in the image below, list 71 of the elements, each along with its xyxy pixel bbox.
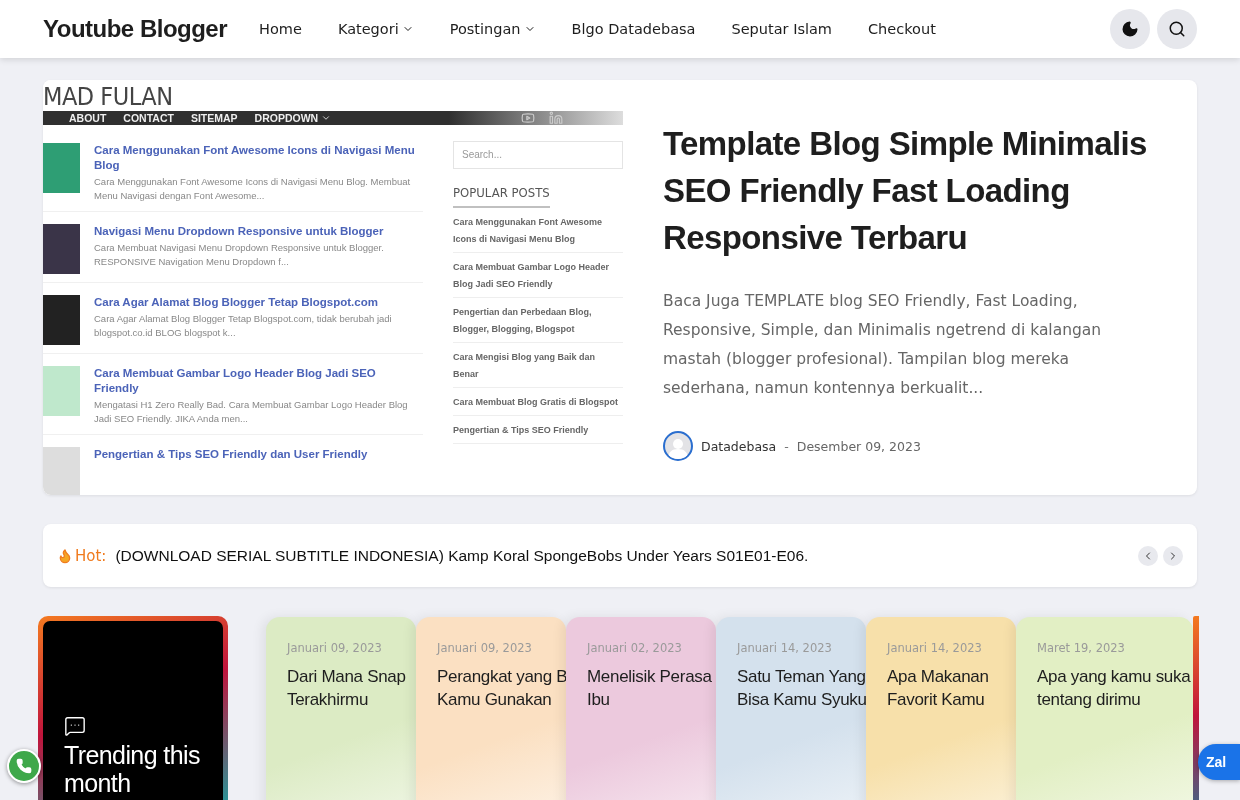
phone-icon — [16, 758, 32, 774]
blog-post-snippet: Cara Menggunakan Font Awesome Icons di Navigasi Menu Blog. Membuat Menu Navigasi dengan Font Awesome... — [94, 175, 412, 203]
chat-bubble-icon — [64, 715, 86, 737]
post-card[interactable]: Januari 14, 2023 Satu Teman Yang Bisa Kamu Syuku — [716, 617, 866, 800]
post-excerpt: Baca Juga TEMPLATE blog SEO Friendly, Fast Loading, Responsive, Simple, dan Minimalis ngetrend di kalangan mastah (blogger profesional). Tampilan blog mereka sederhana, namun kontennya berkualit... — [663, 291, 1103, 399]
nav-link[interactable]: Seputar Islam — [713, 21, 850, 37]
card-title: Menelisik Perasa Ibu — [587, 666, 713, 711]
post-card[interactable]: Januari 14, 2023 Apa Makanan Favorit Kamu — [866, 617, 1016, 800]
card-date: Januari 14, 2023 — [887, 641, 983, 655]
nav-link[interactable]: Postingan — [431, 21, 554, 37]
card-date: Januari 09, 2023 — [287, 641, 383, 655]
nav-link[interactable]: Checkout — [850, 21, 954, 37]
post-card[interactable]: Januari 02, 2023 Menelisik Perasa Ibu — [566, 617, 716, 800]
ticker-headline[interactable]: (DOWNLOAD SERIAL SUBTITLE INDONESIA) Kamp Koral SpongeBobs Under Years S01E01-E06. — [115, 546, 1133, 565]
next-button[interactable] — [1163, 545, 1183, 566]
nav-link[interactable]: Kategori — [319, 21, 432, 37]
trending-title: Trending this month — [64, 741, 201, 797]
hot-label: Hot: — [75, 546, 107, 565]
card-date: Januari 02, 2023 — [587, 641, 683, 655]
card-title: Satu Teman Yang Bisa Kamu Syuku — [737, 666, 866, 711]
previous-button[interactable] — [1138, 545, 1158, 566]
card-date: Maret 19, 2023 — [1037, 641, 1126, 655]
post-title[interactable]: Template Blog Simple Minimalis SEO Friendly Fast Loading Responsive Terbaru — [663, 120, 1157, 261]
linkedin-icon — [549, 111, 563, 125]
card-title: Perangkat yang B Kamu Gunakan — [437, 666, 566, 711]
post-card[interactable]: Januari 09, 2023 Perangkat yang B Kamu Gunakan — [416, 617, 566, 800]
blog-menu-item: DROPDOWN — [254, 112, 332, 124]
post-thumbnail-screenshot[interactable] — [43, 80, 623, 495]
post-card[interactable]: Maret 19, 2023 Apa yang kamu suka tentang dirimu — [1016, 617, 1193, 800]
meta-separator: - — [784, 438, 789, 454]
card-title: Apa yang kamu suka tentang dirimu — [1037, 666, 1192, 711]
blog-post-snippet: Cara Agar Alamat Blog Blogger Tetap Blogspot.com, tidak berubah jadi blogspot.co.id BLOG blogspot k... — [94, 312, 393, 340]
blog-site-title: MAD FULAN — [43, 81, 174, 111]
author-name[interactable]: Datadebasa — [701, 438, 777, 454]
blog-post-snippet: Cara Membuat Navigasi Menu Dropdown Responsive untuk Blogger. RESPONSIVE Navigation Menu Dropdown f... — [94, 241, 385, 269]
popular-post-item: Cara Membuat Blog Gratis di Blogspot — [453, 388, 623, 416]
search-icon — [1168, 20, 1186, 38]
popular-post-item: Pengertian dan Perbedaan Blog, Blogger, Blogging, Blogspot — [453, 298, 623, 343]
nav-link[interactable]: Home — [241, 21, 320, 37]
blog-menu-item: ABOUT — [69, 112, 107, 124]
blog-menu-item: SITEMAP — [190, 112, 238, 124]
card-date: Januari 09, 2023 — [437, 641, 533, 655]
blog-post-title: Cara Agar Alamat Blog Blogger Tetap Blogspot.com — [94, 295, 379, 310]
blog-search-field: Search... — [453, 141, 623, 169]
card-title: Dari Mana Snap Terakhirmu — [287, 666, 407, 711]
popular-post-item: Pengertian & Tips SEO Friendly — [453, 416, 623, 444]
card-title: Apa Makanan Favorit Kamu — [887, 666, 990, 711]
moon-icon — [1121, 20, 1139, 38]
caret-icon — [321, 113, 332, 123]
post-date: Desember 09, 2023 — [796, 438, 921, 454]
chat-button[interactable]: Zal — [1198, 744, 1240, 780]
card-date: Januari 14, 2023 — [737, 641, 833, 655]
blog-post-snippet: Mengatasi H1 Zero Really Bad. Cara Membuat Gambar Logo Header Blog Jadi SEO Friendly. JIKA Anda men... — [94, 398, 409, 426]
dark-mode-button[interactable] — [1110, 9, 1150, 49]
site-logo[interactable]: Youtube Blogger — [43, 15, 228, 43]
popular-post-item: Cara Menggunakan Font Awesome Icons di Navigasi Menu Blog — [453, 208, 623, 253]
blog-post-title: Cara Menggunakan Font Awesome Icons di Navigasi Menu Blog — [94, 143, 416, 173]
video-icon — [521, 111, 535, 125]
blog-post-title: Cara Membuat Gambar Logo Header Blog Jadi SEO Friendly — [94, 366, 377, 396]
phone-chat-button[interactable] — [7, 749, 41, 783]
popular-post-item: Cara Mengisi Blog yang Baik dan Benar — [453, 343, 623, 388]
popular-posts-heading: POPULAR POSTS — [453, 185, 550, 208]
search-button[interactable] — [1157, 9, 1197, 49]
popular-post-item: Cara Membuat Gambar Logo Header Blog Jadi SEO Friendly — [453, 253, 623, 298]
blog-post-title: Pengertian & Tips SEO Friendly dan User Friendly — [94, 447, 368, 462]
flame-icon — [57, 547, 73, 564]
blog-post-title: Navigasi Menu Dropdown Responsive untuk Blogger — [94, 224, 385, 239]
nav-link[interactable]: Blgo Datadebasa — [553, 21, 714, 37]
blog-menu-item: CONTACT — [123, 112, 174, 124]
post-card[interactable]: Januari 09, 2023 Dari Mana Snap Terakhirmu — [266, 617, 416, 800]
avatar-icon — [663, 431, 693, 461]
